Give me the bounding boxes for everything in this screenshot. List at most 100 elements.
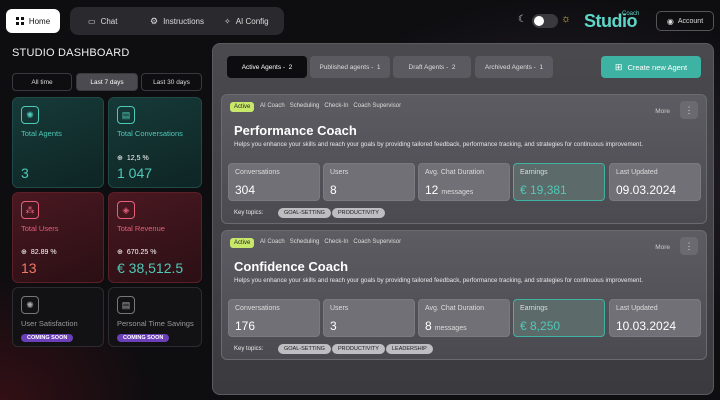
theme-toggle[interactable] [532,14,558,28]
tab-active-agents[interactable]: Active Agents - 2 [227,56,307,78]
stat-users: Users 3 [323,299,415,337]
card-total-agents: ✺ Total Agents 3 [12,97,104,188]
moon-icon: ☾ [518,14,527,25]
stat-value: 09.03.2024 [616,183,677,197]
stat-label: Avg. Chat Duration [425,169,485,176]
stat-avg-chat-duration: Avg. Chat Duration 12 messages [418,163,510,201]
stat-last-updated: Last Updated 10.03.2024 [609,299,701,337]
stat-value: 176 [235,319,256,333]
plus-icon: ⊞ [614,61,623,72]
home-label: Home [28,16,51,26]
tab-count: 2 [451,63,456,71]
duration-value: 8 [425,319,432,333]
card-change: ⊕ 82.89 % [21,248,57,257]
arrow-up-icon: ⊕ [117,155,123,162]
gear-icon: ✺ [21,296,39,314]
stat-value: 8 messages [425,319,467,333]
tab-label: Archived Agents - [484,63,536,71]
topic-chip: LEADERSHIP [386,344,433,354]
card-value: € 38,512.5 [117,260,184,276]
user-icon: ◉ [666,16,674,26]
key-topics-label: Key topics: [234,346,264,352]
status-badge: Active [230,102,255,112]
stat-value: 304 [235,183,256,197]
nav-chat[interactable]: ▭ Chat [88,7,117,35]
card-user-satisfaction: ✺ User Satisfaction COMING SOON [12,287,104,347]
key-topics-label: Key topics: [234,210,264,216]
card-value: 1 047 [117,165,153,181]
arrow-up-icon: ⊕ [117,249,123,256]
top-bar: Home ▭ Chat ⚙ Instructions ✧ AI Config ☾… [0,0,720,44]
card-value: 3 [21,165,29,181]
agent-card[interactable]: Active AI Coach Scheduling Check-In Coac… [221,94,707,224]
card-label: Total Agents [21,129,62,138]
tab-label: Published agents - [319,63,374,71]
more-options-icon[interactable]: ⋮ [680,101,698,119]
card-total-revenue: ◈ Total Revenue ⊕ 670.25 % € 38,512.5 [108,192,202,283]
topic-chip: PRODUCTIVITY [332,344,385,354]
stat-users: Users 8 [323,163,415,201]
nav-instructions[interactable]: ⚙ Instructions [150,7,204,35]
card-total-users: ⁂ Total Users ⊕ 82.89 % 13 [12,192,104,283]
account-button[interactable]: ◉ Account [656,11,714,31]
card-value: 13 [21,260,37,276]
tab-count: 1 [539,63,544,71]
main-nav: ▭ Chat ⚙ Instructions ✧ AI Config [70,7,284,35]
nav-ai-config[interactable]: ✧ AI Config [224,7,269,35]
agent-card[interactable]: Active AI Coach Scheduling Check-In Coac… [221,230,707,360]
tab-count: 1 [376,63,381,71]
home-button[interactable]: Home [6,9,60,33]
tab-published-agents[interactable]: Published agents - 1 [310,56,390,78]
stat-label: Conversations [235,305,280,312]
coming-soon-badge: COMING SOON [117,334,170,342]
tab-count: 2 [288,63,293,71]
stat-value: 12 messages [425,183,473,197]
stat-value: € 8,250 [520,319,561,333]
stat-label: Users [330,169,349,176]
money-icon: ◈ [117,201,135,219]
agent-tags: AI Coach Scheduling Check-In Coach Super… [260,103,401,109]
stat-label: Earnings [520,169,548,176]
range-all-time[interactable]: All time [12,73,72,91]
nav-ai-config-label: AI Config [235,16,269,26]
tag: Coach Supervisor [353,103,402,109]
more-options-icon[interactable]: ⋮ [680,237,698,255]
stat-last-updated: Last Updated 09.03.2024 [609,163,701,201]
stat-value: € 19,381 [520,183,567,197]
sparkle-icon: ✧ [224,16,231,26]
agent-description: Helps you enhance your skills and reach … [234,277,643,284]
range-last-30-days[interactable]: Last 30 days [141,73,202,91]
sun-icon: ☼ [561,13,572,25]
stat-avg-chat-duration: Avg. Chat Duration 8 messages [418,299,510,337]
more-link[interactable]: More [655,244,670,251]
duration-unit: messages [434,325,467,332]
topic-chip: GOAL-SETTING [278,344,331,354]
create-agent-label: Create new Agent [627,62,688,72]
tag: Check-In [324,103,349,109]
create-agent-button[interactable]: ⊞ Create new Agent [601,56,701,78]
chip-icon: ✺ [21,106,39,124]
tag: Scheduling [289,239,320,245]
coming-soon-badge: COMING SOON [21,334,74,342]
stat-value: 10.03.2024 [616,319,677,333]
card-label: User Satisfaction [21,319,78,328]
card-change: ⊕ 12,5 % [117,154,149,163]
gear-icon: ⚙ [150,15,159,26]
stat-label: Earnings [520,305,548,312]
tab-draft-agents[interactable]: Draft Agents - 2 [393,56,471,78]
card-label: Total Users [21,224,59,233]
stat-earnings: Earnings € 19,381 [513,163,605,201]
users-icon: ⁂ [21,201,39,219]
card-total-conversations: ▤ Total Conversations ⊕ 12,5 % 1 047 [108,97,202,188]
tab-label: Draft Agents - [408,63,449,71]
duration-value: 12 [425,183,439,197]
stat-label: Users [330,305,349,312]
duration-unit: messages [441,189,474,196]
tag: Coach Supervisor [353,239,402,245]
agent-name: Performance Coach [234,123,357,138]
tab-archived-agents[interactable]: Archived Agents - 1 [475,56,553,78]
home-icon [15,17,24,25]
more-link[interactable]: More [655,108,670,115]
range-last-7-days[interactable]: Last 7 days [76,73,138,91]
nav-instructions-label: Instructions [163,16,204,26]
